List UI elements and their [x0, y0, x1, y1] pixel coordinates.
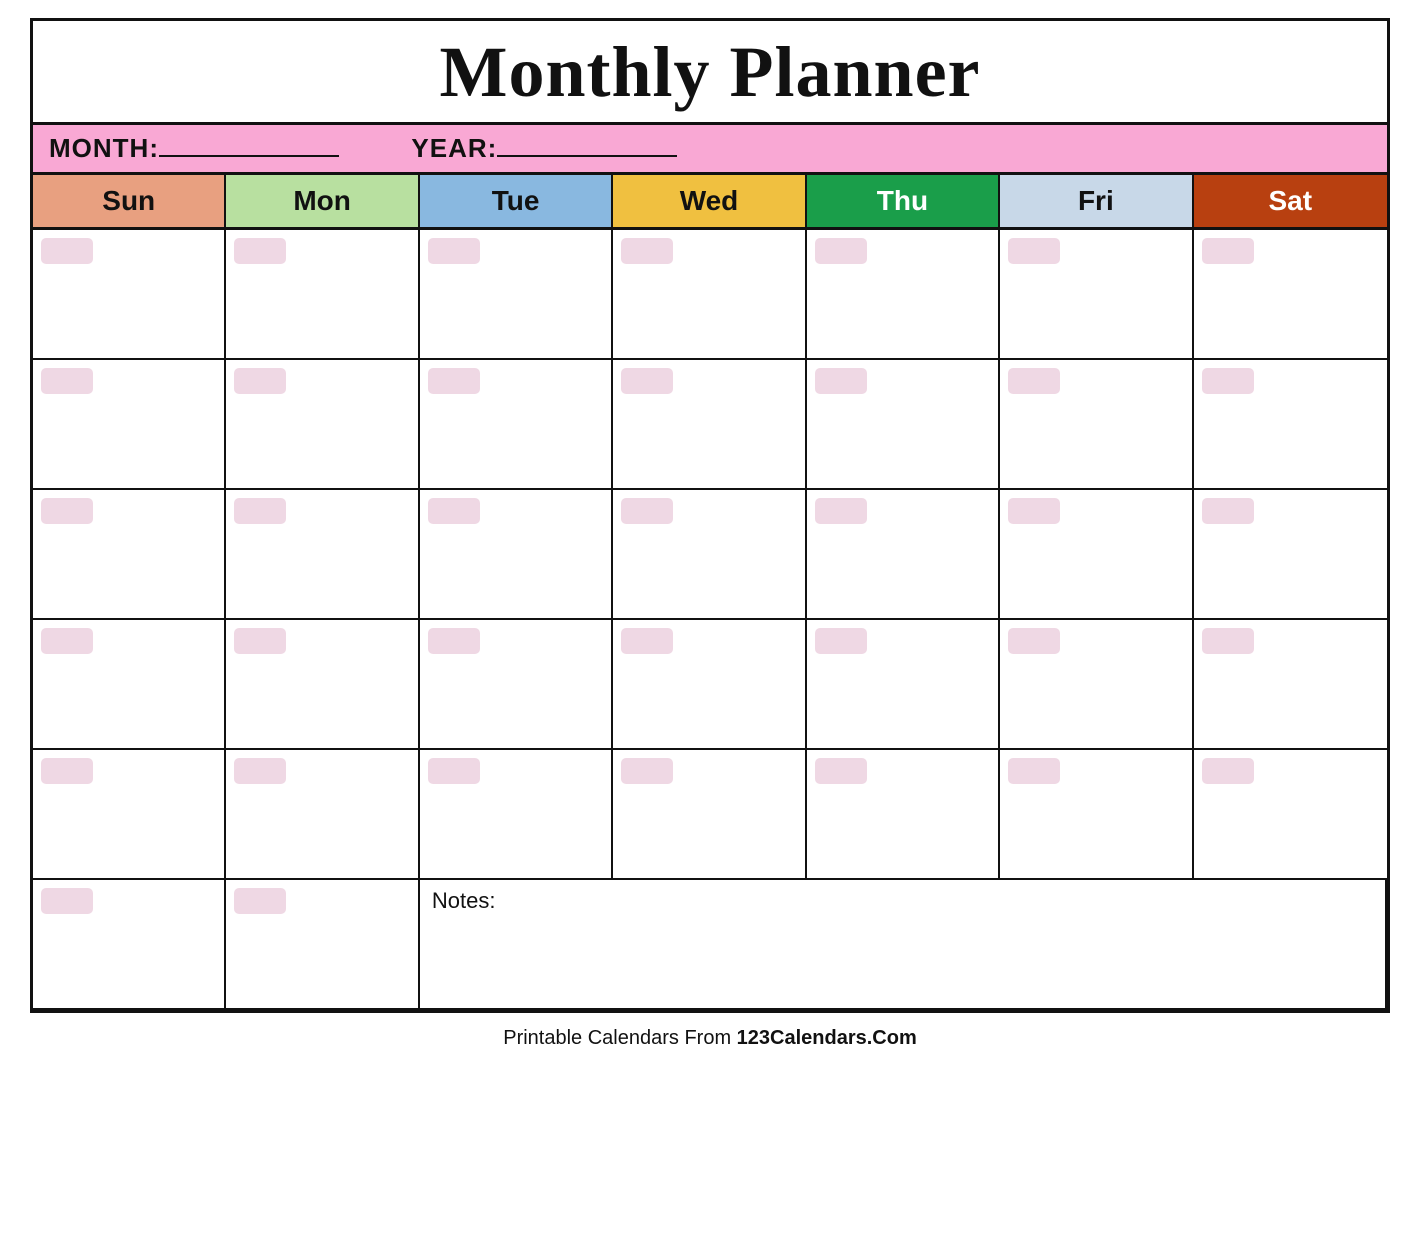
table-row	[807, 230, 1000, 360]
notes-cell-sun	[33, 880, 226, 1010]
header-fri: Fri	[1000, 175, 1193, 227]
header-sat: Sat	[1194, 175, 1387, 227]
table-row	[226, 490, 419, 620]
table-row	[33, 490, 226, 620]
table-row	[1000, 490, 1193, 620]
table-row	[1194, 230, 1387, 360]
notes-cell-main: Notes:	[420, 880, 1387, 1010]
header-tue: Tue	[420, 175, 613, 227]
table-row	[613, 620, 806, 750]
table-row	[226, 360, 419, 490]
footer-brand: 123Calendars.Com	[737, 1027, 917, 1049]
table-row	[1194, 620, 1387, 750]
table-row	[1194, 360, 1387, 490]
table-row	[33, 620, 226, 750]
table-row	[226, 750, 419, 880]
header-wed: Wed	[613, 175, 806, 227]
table-row	[807, 620, 1000, 750]
header-sun: Sun	[33, 175, 226, 227]
header-mon: Mon	[226, 175, 419, 227]
footer-prefix: Printable Calendars From	[503, 1027, 736, 1049]
table-row	[613, 490, 806, 620]
table-row	[1000, 620, 1193, 750]
title-row: Monthly Planner	[33, 21, 1387, 125]
table-row	[1194, 750, 1387, 880]
table-row	[807, 490, 1000, 620]
table-row	[1000, 750, 1193, 880]
table-row	[33, 360, 226, 490]
table-row	[1000, 230, 1193, 360]
table-row	[33, 750, 226, 880]
table-row	[613, 230, 806, 360]
month-year-row: MONTH: YEAR:	[33, 125, 1387, 175]
table-row	[420, 230, 613, 360]
table-row	[420, 490, 613, 620]
table-row	[226, 230, 419, 360]
table-row	[420, 750, 613, 880]
header-thu: Thu	[807, 175, 1000, 227]
table-row	[1000, 360, 1193, 490]
table-row	[613, 360, 806, 490]
table-row	[420, 360, 613, 490]
table-row	[1194, 490, 1387, 620]
notes-row: Notes:	[33, 880, 1387, 1010]
table-row	[807, 360, 1000, 490]
planner-title: Monthly Planner	[439, 32, 980, 112]
notes-cell-mon	[226, 880, 419, 1010]
table-row	[226, 620, 419, 750]
table-row	[613, 750, 806, 880]
planner-container: Monthly Planner MONTH: YEAR: Sun Mon Tue…	[30, 18, 1390, 1013]
days-header: Sun Mon Tue Wed Thu Fri Sat	[33, 175, 1387, 230]
table-row	[33, 230, 226, 360]
month-label: MONTH: YEAR:	[49, 133, 677, 164]
footer: Printable Calendars From 123Calendars.Co…	[0, 1013, 1420, 1054]
notes-label: Notes:	[432, 888, 496, 913]
calendar-grid	[33, 230, 1387, 880]
table-row	[420, 620, 613, 750]
table-row	[807, 750, 1000, 880]
